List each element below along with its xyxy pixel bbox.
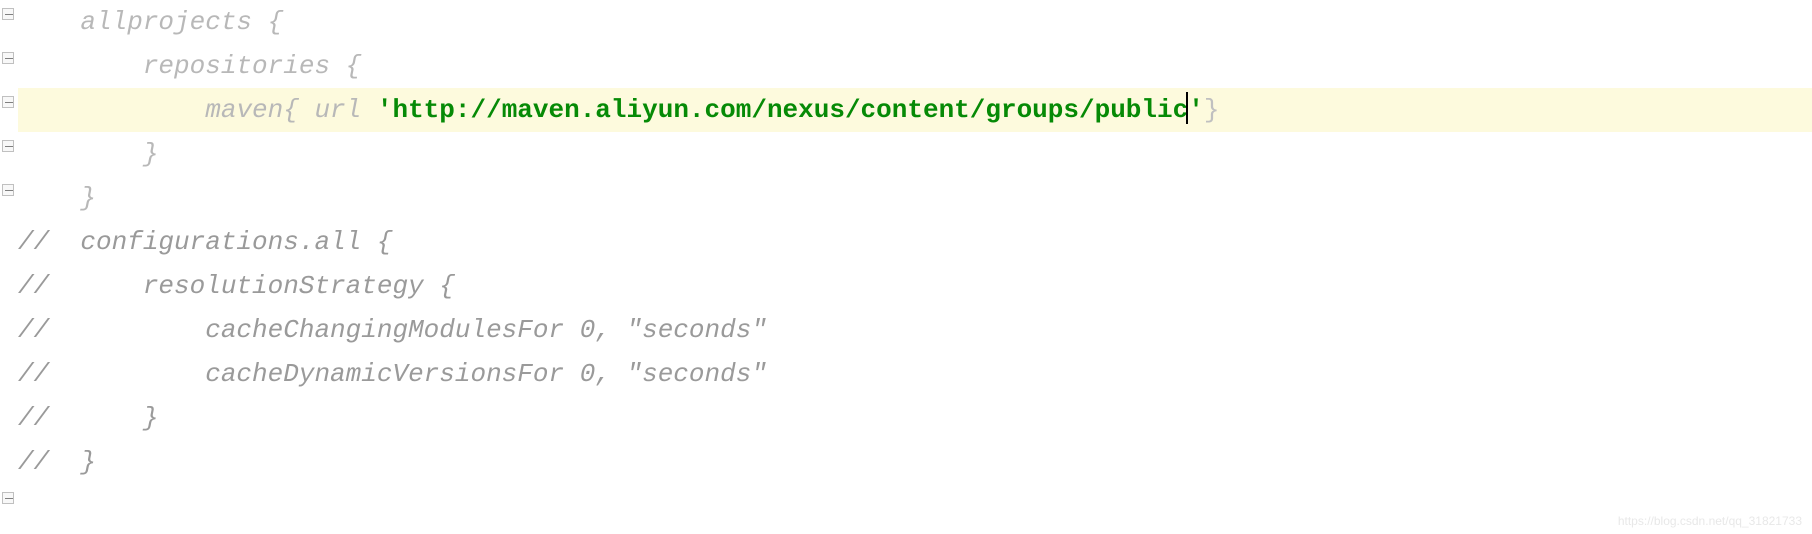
code-line-4[interactable]: } [18, 176, 1812, 220]
code-line-10[interactable]: // } [18, 440, 1812, 484]
code-line-2[interactable]: maven{ url 'http://maven.aliyun.com/nexu… [18, 88, 1812, 132]
code-editor[interactable]: allprojects { repositories { maven{ url … [0, 0, 1812, 484]
code-line-7[interactable]: // cacheChangingModulesFor 0, "seconds" [18, 308, 1812, 352]
text-caret [1186, 92, 1188, 124]
maven-url-string: 'http://maven.aliyun.com/nexus/content/g… [377, 95, 1204, 125]
code-line-6[interactable]: // resolutionStrategy { [18, 264, 1812, 308]
code-line-5[interactable]: // configurations.all { [18, 220, 1812, 264]
code-line-3[interactable]: } [18, 132, 1812, 176]
fold-toggle-icon[interactable] [2, 52, 14, 64]
fold-toggle-icon[interactable] [2, 8, 14, 20]
fold-toggle-icon[interactable] [2, 140, 14, 152]
fold-toggle-icon[interactable] [2, 184, 14, 196]
code-line-0[interactable]: allprojects { [18, 0, 1812, 44]
code-line-9[interactable]: // } [18, 396, 1812, 440]
fold-toggle-icon[interactable] [2, 492, 14, 504]
fold-toggle-icon[interactable] [2, 96, 14, 108]
code-line-1[interactable]: repositories { [18, 44, 1812, 88]
code-line-8[interactable]: // cacheDynamicVersionsFor 0, "seconds" [18, 352, 1812, 396]
fold-gutter [0, 0, 16, 484]
watermark-text: https://blog.csdn.net/qq_31821733 [1618, 514, 1802, 528]
